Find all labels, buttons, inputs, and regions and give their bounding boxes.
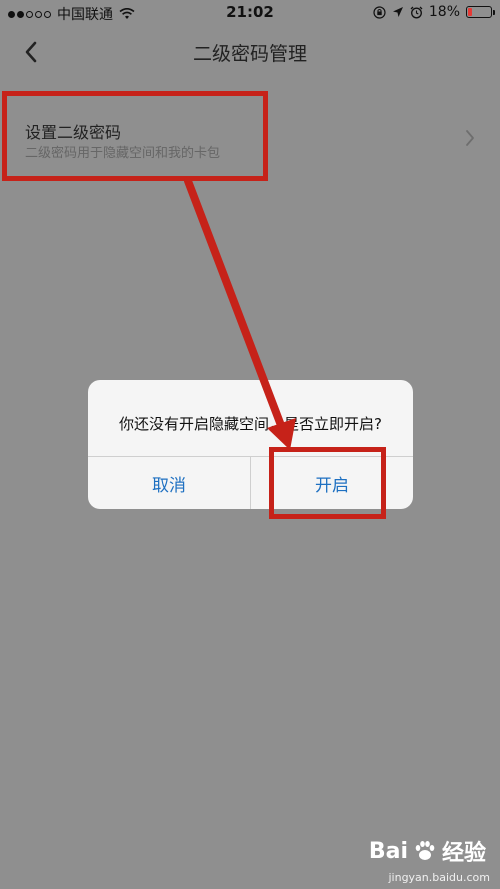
battery-icon: [466, 6, 495, 18]
watermark-site: jingyan.baidu.com: [388, 871, 490, 884]
location-icon: [392, 7, 403, 17]
dialog-message: 你还没有开启隐藏空间，是否立即开启?: [119, 415, 382, 433]
status-right: 18%: [373, 4, 495, 20]
nav-bar: 二级密码管理: [0, 25, 500, 80]
watermark-suffix: 经验: [441, 841, 486, 866]
page-title: 二级密码管理: [192, 43, 307, 65]
chevron-right-icon: [466, 130, 474, 146]
status-bar: 中国联通 21:02 18%: [0, 0, 500, 25]
paw-icon: [415, 841, 435, 860]
annotation-highlight-enable-button: [269, 447, 386, 519]
baidu-watermark: Bai 经验: [369, 835, 486, 867]
cancel-button[interactable]: 取消: [88, 457, 250, 509]
watermark-brand: Bai: [368, 838, 408, 864]
orientation-lock-icon: [373, 5, 386, 19]
alarm-icon: [410, 6, 423, 18]
battery-level-fill: [468, 8, 472, 16]
annotation-highlight-row: [2, 91, 268, 181]
battery-percent: 18%: [428, 4, 460, 20]
